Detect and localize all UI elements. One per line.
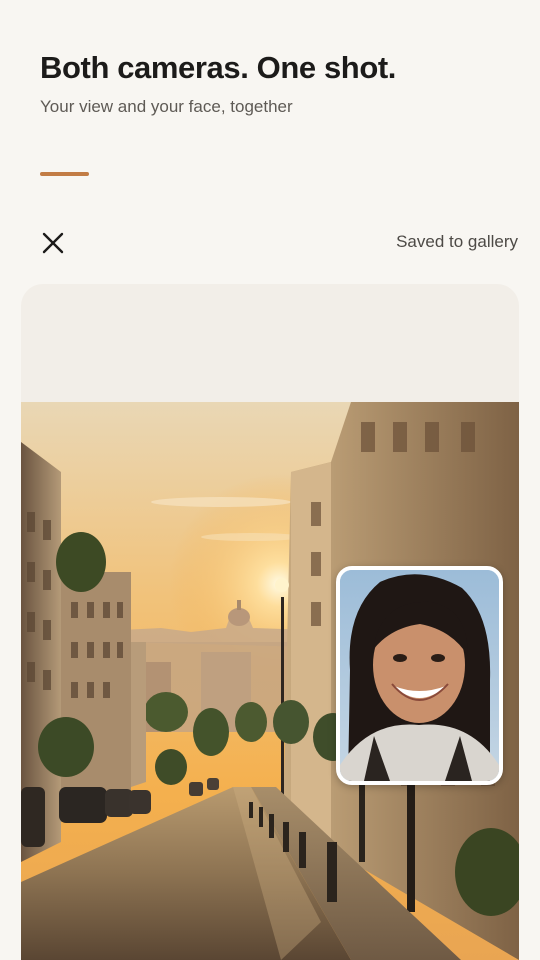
page-subtitle: Your view and your face, together — [40, 97, 293, 116]
accent-divider — [40, 172, 89, 176]
photo-card — [21, 284, 519, 960]
dual-camera-result-screen: Both cameras. One shot. Your view and yo… — [0, 0, 540, 960]
selfie-inset[interactable] — [336, 566, 503, 785]
selfie-photo — [340, 570, 499, 781]
page-title: Both cameras. One shot. — [40, 50, 397, 85]
saved-status: Saved to gallery — [396, 232, 518, 251]
close-button[interactable] — [38, 228, 68, 258]
close-icon — [42, 232, 64, 254]
main-photo[interactable] — [21, 402, 519, 960]
